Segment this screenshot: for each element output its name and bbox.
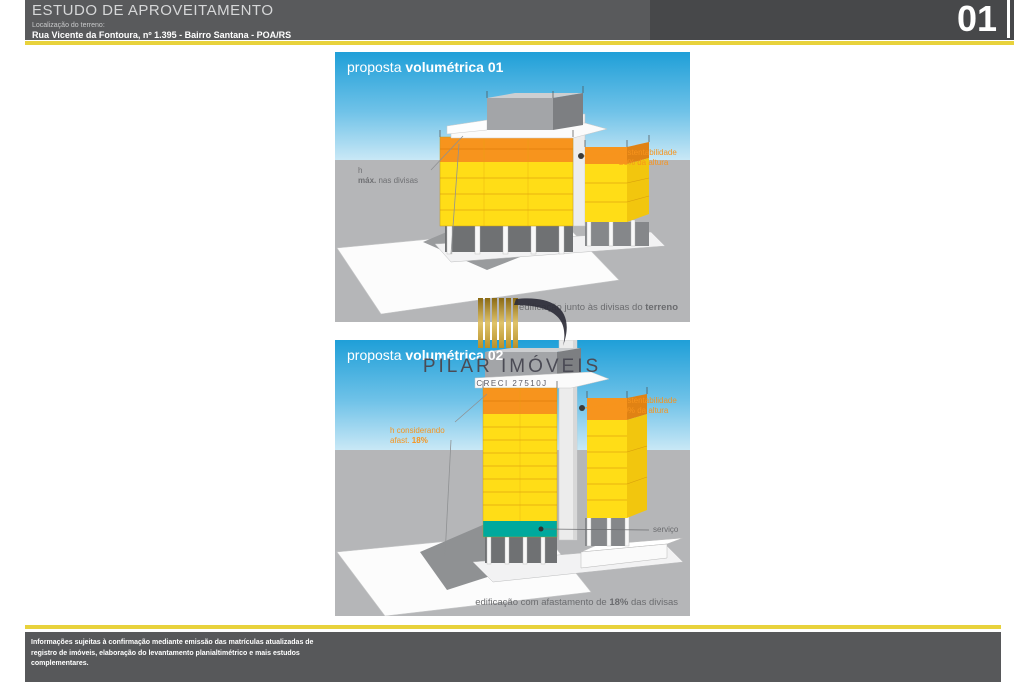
footer-line-1: Informações sujeitas à confirmação media… <box>31 638 1001 649</box>
divider-top <box>25 41 1014 45</box>
panel-2-title-light: proposta <box>347 347 405 363</box>
footer-disclaimer: Informações sujeitas à confirmação media… <box>25 632 1001 670</box>
panel-1-title-light: proposta <box>347 59 405 75</box>
watermark-creci: CRECI 27510J <box>402 379 622 388</box>
annotation-h-setback: h considerando afast. 18% <box>390 426 445 445</box>
annotation-service: serviço <box>653 525 678 535</box>
header-bar: ESTUDO DE APROVEITAMENTO Localização do … <box>25 0 1014 40</box>
panel-1-title-bold: volumétrica 01 <box>405 59 503 75</box>
page-number-box: 01 <box>650 0 1014 40</box>
divider-bottom <box>25 625 1001 629</box>
watermark-logo: PILAR IMÓVEIS CRECI 27510J <box>402 296 622 388</box>
annotation-h-max: h máx. nas divisas <box>358 166 418 185</box>
watermark-name: PILAR IMÓVEIS <box>402 356 622 378</box>
panel-proposal-1: proposta volumétrica 01 h máx. nas divis… <box>335 52 690 322</box>
annotation-sustainability-2: sustentabilidade 20% da altura <box>619 396 677 415</box>
page-title: ESTUDO DE APROVEITAMENTO <box>32 2 291 19</box>
location-label: Localização do terreno: <box>32 22 291 29</box>
footer-line-3: complementares. <box>31 659 1001 670</box>
panel-1-title: proposta volumétrica 01 <box>347 59 503 75</box>
building-illustration-1 <box>335 52 690 322</box>
pillar-logo-icon <box>402 296 622 350</box>
panel-2-caption: edificação com afastamento de 18% das di… <box>475 597 678 608</box>
address-text: Rua Vicente da Fontoura, nº 1.395 - Bair… <box>32 30 291 40</box>
header-text-block: ESTUDO DE APROVEITAMENTO Localização do … <box>32 2 291 40</box>
study-sheet: ESTUDO DE APROVEITAMENTO Localização do … <box>0 0 1024 683</box>
annotation-sustainability-1: sustentabilidade 20% da altura <box>619 148 677 167</box>
footer-bar: Informações sujeitas à confirmação media… <box>25 632 1001 682</box>
page-number: 01 <box>957 0 1010 38</box>
footer-line-2: registro de imóveis, elaboração do levan… <box>31 649 1001 660</box>
